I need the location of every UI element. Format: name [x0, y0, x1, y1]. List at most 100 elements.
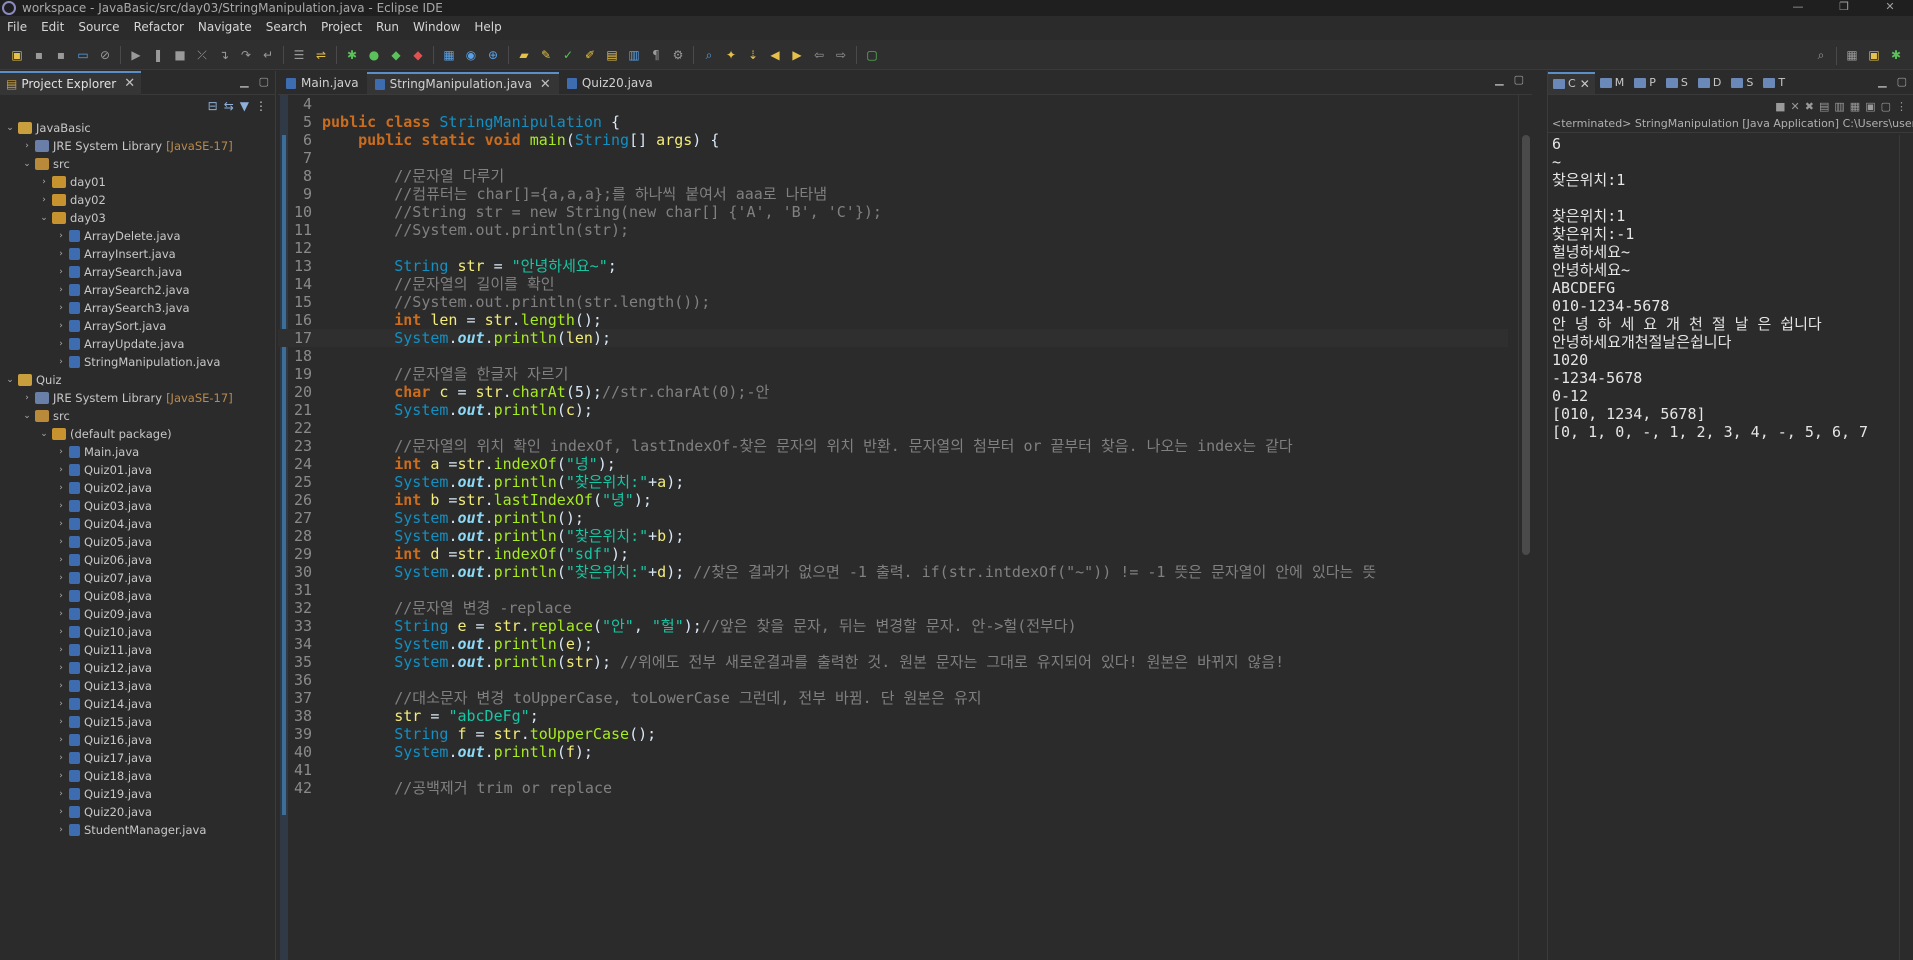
tree-item[interactable]: › Quiz02.java [0, 479, 275, 497]
code-line[interactable]: 36 [278, 671, 1508, 689]
chevron-right-icon[interactable]: › [38, 195, 50, 205]
resume-icon[interactable]: ▶ [128, 47, 144, 63]
minimize-view-icon[interactable]: ▁ [1878, 75, 1886, 88]
open-console-icon[interactable]: ▢ [1881, 100, 1891, 113]
menu-help[interactable]: Help [467, 20, 508, 34]
chevron-right-icon[interactable]: › [55, 501, 67, 511]
chevron-right-icon[interactable]: › [55, 465, 67, 475]
chevron-right-icon[interactable]: › [55, 735, 67, 745]
console-tab[interactable]: D [1693, 72, 1726, 94]
display-console-icon[interactable]: ▣ [1865, 100, 1875, 113]
chevron-right-icon[interactable]: › [55, 303, 67, 313]
menu-edit[interactable]: Edit [34, 20, 71, 34]
code-line[interactable]: 14 //문자열의 길이를 확인 [278, 275, 1508, 293]
chevron-right-icon[interactable]: › [55, 825, 67, 835]
suspend-icon[interactable]: ❚ [150, 47, 166, 63]
tree-item[interactable]: ⌄ src [0, 407, 275, 425]
tree-item[interactable]: ⌄ day03 [0, 209, 275, 227]
tree-item[interactable]: › Quiz14.java [0, 695, 275, 713]
scroll-thumb[interactable] [1522, 135, 1530, 555]
view-menu-icon[interactable]: ⋮ [255, 99, 267, 113]
chevron-right-icon[interactable]: › [21, 393, 33, 403]
restore-button[interactable]: ❐ [1821, 0, 1867, 16]
terminate-icon[interactable]: ■ [172, 47, 188, 63]
tree-item[interactable]: › ArrayDelete.java [0, 227, 275, 245]
open-task-icon[interactable]: ☰ [291, 47, 307, 63]
console-view-menu-icon[interactable]: ⋮ [1896, 100, 1907, 113]
minimize-view-icon[interactable]: ▁ [240, 75, 248, 88]
tree-item[interactable]: › StringManipulation.java [0, 353, 275, 371]
close-icon[interactable]: ✕ [540, 77, 551, 92]
chevron-down-icon[interactable]: ⌄ [38, 213, 50, 223]
code-line[interactable]: 23 //문자열의 위치 확인 indexOf, lastIndexOf-찾은 … [278, 437, 1508, 455]
console-tab[interactable]: S [1661, 72, 1693, 94]
tree-item[interactable]: › JRE System Library [JavaSE-17] [0, 389, 275, 407]
minimize-button[interactable]: — [1775, 0, 1821, 16]
chevron-right-icon[interactable]: › [55, 717, 67, 727]
chevron-right-icon[interactable]: › [55, 789, 67, 799]
tree-item[interactable]: › Quiz20.java [0, 803, 275, 821]
chevron-down-icon[interactable]: ⌄ [21, 411, 33, 421]
code-line[interactable]: 17 System.out.println(len); [278, 329, 1508, 347]
skip-breakpoints-icon[interactable]: ⊘ [97, 47, 113, 63]
code-line[interactable]: 13 String str = "안녕하세요~"; [278, 257, 1508, 275]
chevron-right-icon[interactable]: › [55, 627, 67, 637]
new-java-project-icon[interactable]: ▦ [441, 47, 457, 63]
search-tool-icon[interactable]: ⌕ [701, 47, 717, 63]
step-return-icon[interactable]: ↵ [260, 47, 276, 63]
code-line[interactable]: 4 [278, 95, 1508, 113]
maximize-view-icon[interactable]: ▢ [259, 75, 269, 88]
console-tab[interactable]: S [1726, 72, 1758, 94]
console-tab[interactable]: C ✕ [1548, 71, 1595, 94]
tree-item[interactable]: › Quiz19.java [0, 785, 275, 803]
menu-navigate[interactable]: Navigate [191, 20, 259, 34]
menu-file[interactable]: File [0, 20, 34, 34]
pin-console-icon[interactable]: ▦ [1850, 100, 1860, 113]
word-wrap-icon[interactable]: ▥ [626, 47, 642, 63]
terminate-icon[interactable]: ■ [1775, 100, 1785, 113]
tree-item[interactable]: ⌄ JavaBasic [0, 119, 275, 137]
search-icon[interactable]: ⌕ [1813, 47, 1829, 63]
tab-quiz20-java[interactable]: Quiz20.java [559, 72, 661, 94]
tree-item[interactable]: ⌄ Quiz [0, 371, 275, 389]
chevron-right-icon[interactable]: › [55, 447, 67, 457]
step-into-icon[interactable]: ↴ [216, 47, 232, 63]
console-scrollbar[interactable] [1899, 135, 1913, 960]
chevron-right-icon[interactable]: › [55, 519, 67, 529]
disconnect-icon[interactable]: ⤫ [194, 47, 210, 63]
code-line[interactable]: 33 String e = str.replace("안", "헐");//앞은… [278, 617, 1508, 635]
code-line[interactable]: 9 //컴퓨터는 char[]={a,a,a};를 하나씩 붙여서 aaa로 나… [278, 185, 1508, 203]
console-output[interactable]: 6 ~ 찾은위치:1 찾은위치:1 찾은위치:-1 헐녕하세요~ 안녕하세요~ ABCDEFG… [1552, 135, 1902, 441]
terminal-icon[interactable]: ▭ [75, 47, 91, 63]
tab-stringmanipulation-java[interactable]: StringManipulation.java ✕ [366, 72, 559, 94]
code-line[interactable]: 8 //문자열 다루기 [278, 167, 1508, 185]
remove-launch-icon[interactable]: ✕ [1791, 100, 1800, 113]
tree-item[interactable]: › ArraySearch.java [0, 263, 275, 281]
code-line[interactable]: 34 System.out.println(e); [278, 635, 1508, 653]
tree-item[interactable]: ⌄ (default package) [0, 425, 275, 443]
close-icon[interactable]: ✕ [1580, 77, 1590, 91]
chevron-down-icon[interactable]: ⌄ [38, 429, 50, 439]
code-line[interactable]: 25 System.out.println("찾은위치:"+a); [278, 473, 1508, 491]
code-line[interactable]: 6 public static void main(String[] args)… [278, 131, 1508, 149]
code-line[interactable]: 35 System.out.println(str); //위에도 전부 새로운… [278, 653, 1508, 671]
tree-item[interactable]: › day01 [0, 173, 275, 191]
maximize-editor-icon[interactable]: ▢ [1514, 73, 1524, 86]
chevron-right-icon[interactable]: › [21, 141, 33, 151]
code-line[interactable]: 39 String f = str.toUpperCase(); [278, 725, 1508, 743]
chevron-right-icon[interactable]: › [55, 483, 67, 493]
highlight-icon[interactable]: ✐ [582, 47, 598, 63]
back-nav-icon[interactable]: ⇦ [811, 47, 827, 63]
next-annotation-icon[interactable]: ⇣ [745, 47, 761, 63]
forward-icon[interactable]: ▶ [789, 47, 805, 63]
settings-icon[interactable]: ⚙ [670, 47, 686, 63]
pen-icon[interactable]: ✎ [538, 47, 554, 63]
menu-source[interactable]: Source [71, 20, 126, 34]
code-line[interactable]: 27 System.out.println(); [278, 509, 1508, 527]
code-line[interactable]: 5 public class StringManipulation { [278, 113, 1508, 131]
remove-all-icon[interactable]: ✖ [1805, 100, 1814, 113]
chevron-down-icon[interactable]: ⌄ [21, 159, 33, 169]
chevron-right-icon[interactable]: › [55, 537, 67, 547]
java-perspective-icon[interactable]: ▣ [1866, 47, 1882, 63]
scroll-lock-icon[interactable]: ▤ [1819, 100, 1829, 113]
